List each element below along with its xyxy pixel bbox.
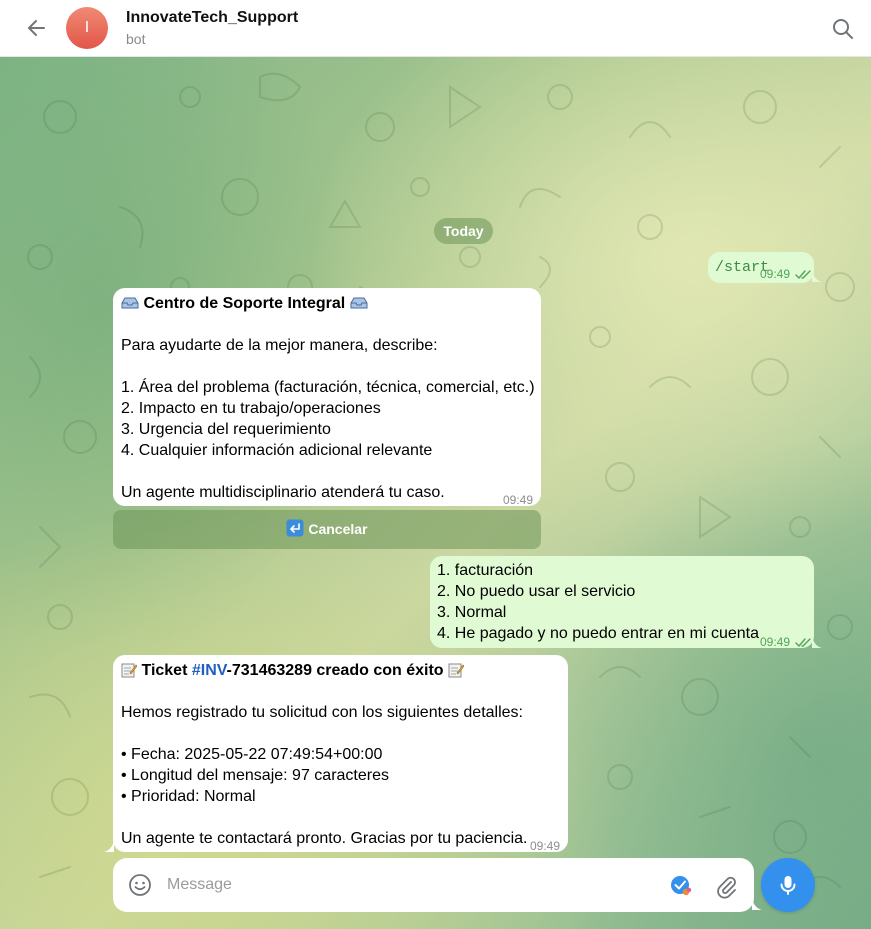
inbox-tray-icon bbox=[121, 297, 139, 309]
memo-icon bbox=[121, 663, 138, 678]
ticket-title-suffix: -731463289 creado con éxito bbox=[226, 662, 444, 679]
message-time: 09:49 bbox=[760, 267, 791, 281]
message-time: 09:49 bbox=[503, 493, 534, 507]
message-meta: 09:49 bbox=[760, 264, 813, 285]
message-text: Para ayudarte de la mejor manera, descri… bbox=[121, 337, 535, 501]
message-title-text: Centro de Soporte Integral bbox=[143, 295, 346, 312]
ticket-title-prefix: Ticket bbox=[141, 662, 188, 679]
message-title: Ticket #INV-731463289 creado con éxito bbox=[121, 660, 465, 681]
ticket-hashtag-link[interactable]: #INV bbox=[192, 662, 227, 679]
incoming-message[interactable]: Ticket #INV-731463289 creado con éxito H… bbox=[113, 655, 568, 853]
message-text: 1. facturación 2. No puedo usar el servi… bbox=[437, 562, 759, 642]
cancel-button-label: Cancelar bbox=[308, 521, 368, 537]
search-icon[interactable] bbox=[828, 14, 858, 44]
message-title: Centro de Soporte Integral bbox=[121, 293, 368, 314]
chat-subtitle: bot bbox=[126, 31, 146, 47]
incoming-message[interactable]: Centro de Soporte Integral Para ayudarte… bbox=[113, 288, 541, 507]
bubble-tail bbox=[812, 270, 822, 282]
outgoing-message[interactable]: /start 09:49 bbox=[708, 252, 814, 283]
return-arrow-icon bbox=[286, 519, 304, 537]
bubble-tail bbox=[104, 840, 114, 852]
microphone-button[interactable] bbox=[761, 858, 815, 912]
read-checkmarks-icon bbox=[795, 270, 812, 279]
message-time: 09:49 bbox=[530, 839, 561, 853]
paperclip-icon[interactable] bbox=[713, 873, 739, 899]
microphone-icon bbox=[780, 876, 796, 895]
composer-tail bbox=[752, 898, 762, 910]
chat-header: I InnovateTech_Support bot bbox=[0, 0, 871, 57]
read-checkmarks-icon bbox=[795, 638, 812, 647]
message-input[interactable] bbox=[167, 869, 647, 901]
message-text: Hemos registrado tu solicitud con los si… bbox=[121, 704, 528, 847]
memo-icon bbox=[448, 663, 465, 678]
bot-command-icon[interactable] bbox=[669, 873, 695, 899]
outgoing-message[interactable]: 1. facturación 2. No puedo usar el servi… bbox=[430, 556, 814, 649]
bubble-tail bbox=[812, 636, 822, 648]
back-arrow-icon[interactable] bbox=[18, 12, 54, 44]
date-separator: Today bbox=[434, 218, 493, 244]
cancel-button[interactable]: Cancelar bbox=[113, 510, 541, 549]
chat-title[interactable]: InnovateTech_Support bbox=[126, 9, 298, 27]
emoji-icon[interactable] bbox=[127, 872, 153, 898]
message-meta: 09:49 bbox=[760, 632, 813, 653]
message-composer bbox=[113, 858, 754, 912]
inbox-tray-icon bbox=[350, 297, 368, 309]
message-time: 09:49 bbox=[760, 635, 791, 649]
avatar[interactable]: I bbox=[66, 7, 108, 49]
